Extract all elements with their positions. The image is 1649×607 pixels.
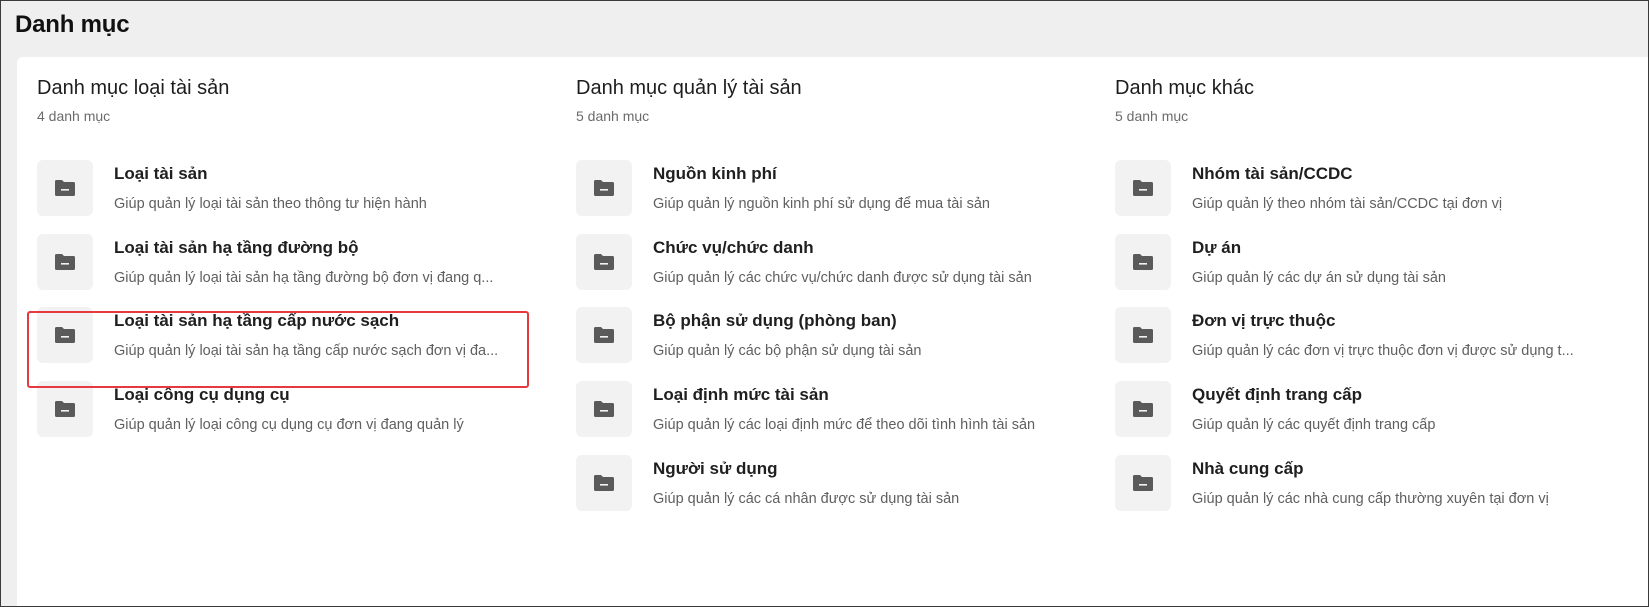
- column-count: 5 danh mục: [576, 108, 650, 124]
- category-item-name: Loại tài sản: [114, 164, 208, 183]
- category-item-users[interactable]: Người sử dụng Giúp quản lý các cá nhân đ…: [576, 455, 1076, 515]
- category-page: Danh mục Danh mục loại tài sản 4 danh mụ…: [0, 0, 1649, 607]
- category-item-name: Nguồn kinh phí: [653, 164, 777, 183]
- category-item-tools[interactable]: Loại công cụ dụng cụ Giúp quản lý loại c…: [37, 381, 537, 441]
- category-item-desc: Giúp quản lý loại tài sản theo thông tư …: [114, 196, 427, 212]
- category-item-departments[interactable]: Bộ phận sử dụng (phòng ban) Giúp quản lý…: [576, 307, 1076, 367]
- category-item-desc: Giúp quản lý theo nhóm tài sản/CCDC tại …: [1192, 196, 1503, 212]
- folder-icon: [1115, 455, 1171, 511]
- column-count: 4 danh mục: [37, 108, 111, 124]
- category-item-desc: Giúp quản lý các nhà cung cấp thường xuy…: [1192, 491, 1549, 507]
- category-item-name: Nhà cung cấp: [1192, 459, 1304, 478]
- category-item-positions[interactable]: Chức vụ/chức danh Giúp quản lý các chức …: [576, 234, 1076, 294]
- folder-icon: [576, 307, 632, 363]
- category-item-desc: Giúp quản lý các bộ phận sử dụng tài sản: [653, 343, 922, 359]
- folder-icon: [37, 160, 93, 216]
- category-item-name: Loại tài sản hạ tầng cấp nước sạch: [114, 311, 400, 330]
- category-item-water-infrastructure[interactable]: Loại tài sản hạ tầng cấp nước sạch Giúp …: [37, 307, 537, 367]
- folder-icon: [576, 160, 632, 216]
- category-item-name: Chức vụ/chức danh: [653, 238, 814, 257]
- category-item-asset-type[interactable]: Loại tài sản Giúp quản lý loại tài sản t…: [37, 160, 537, 220]
- category-item-name: Loại công cụ dụng cụ: [114, 385, 290, 404]
- category-item-name: Loại tài sản hạ tầng đường bộ: [114, 238, 359, 257]
- category-item-desc: Giúp quản lý các cá nhân được sử dụng tà…: [653, 491, 960, 507]
- folder-icon: [1115, 160, 1171, 216]
- category-item-desc: Giúp quản lý các đơn vị trực thuộc đơn v…: [1192, 343, 1574, 359]
- folder-icon: [1115, 307, 1171, 363]
- category-item-asset-groups[interactable]: Nhóm tài sản/CCDC Giúp quản lý theo nhóm…: [1115, 160, 1615, 220]
- page-title: Danh mục: [15, 11, 130, 38]
- category-item-desc: Giúp quản lý các loại định mức để theo d…: [653, 417, 1036, 433]
- category-item-name: Người sử dụng: [653, 459, 778, 478]
- category-item-name: Loại định mức tài sản: [653, 385, 829, 404]
- category-item-asset-norms[interactable]: Loại định mức tài sản Giúp quản lý các l…: [576, 381, 1076, 441]
- category-item-desc: Giúp quản lý loại tài sản hạ tầng đường …: [114, 270, 494, 286]
- folder-icon: [37, 381, 93, 437]
- folder-icon: [37, 234, 93, 290]
- category-item-suppliers[interactable]: Nhà cung cấp Giúp quản lý các nhà cung c…: [1115, 455, 1615, 515]
- column-count: 5 danh mục: [1115, 108, 1189, 124]
- category-item-desc: Giúp quản lý loại công cụ dụng cụ đơn vị…: [114, 417, 464, 433]
- folder-icon: [576, 455, 632, 511]
- category-item-desc: Giúp quản lý nguồn kinh phí sử dụng để m…: [653, 196, 990, 212]
- category-item-desc: Giúp quản lý các dự án sử dụng tài sản: [1192, 270, 1446, 286]
- category-item-desc: Giúp quản lý các quyết định trang cấp: [1192, 417, 1436, 433]
- category-panel: Danh mục loại tài sản 4 danh mục Loại tà…: [17, 57, 1648, 606]
- category-item-desc: Giúp quản lý các chức vụ/chức danh được …: [653, 270, 1032, 286]
- column-title: Danh mục khác: [1115, 77, 1254, 99]
- folder-icon: [1115, 234, 1171, 290]
- category-item-name: Nhóm tài sản/CCDC: [1192, 164, 1353, 183]
- category-item-name: Đơn vị trực thuộc: [1192, 311, 1336, 330]
- category-item-name: Quyết định trang cấp: [1192, 385, 1363, 404]
- category-item-road-infrastructure[interactable]: Loại tài sản hạ tầng đường bộ Giúp quản …: [37, 234, 537, 294]
- column-title: Danh mục quản lý tài sản: [576, 77, 802, 99]
- category-item-projects[interactable]: Dự án Giúp quản lý các dự án sử dụng tài…: [1115, 234, 1615, 294]
- category-item-allocation-decisions[interactable]: Quyết định trang cấp Giúp quản lý các qu…: [1115, 381, 1615, 441]
- folder-icon: [576, 381, 632, 437]
- category-item-subordinate-units[interactable]: Đơn vị trực thuộc Giúp quản lý các đơn v…: [1115, 307, 1615, 367]
- folder-icon: [576, 234, 632, 290]
- folder-icon: [1115, 381, 1171, 437]
- category-item-funding-source[interactable]: Nguồn kinh phí Giúp quản lý nguồn kinh p…: [576, 160, 1076, 220]
- category-item-desc: Giúp quản lý loại tài sản hạ tầng cấp nư…: [114, 343, 499, 359]
- column-title: Danh mục loại tài sản: [37, 77, 230, 99]
- category-item-name: Dự án: [1192, 238, 1242, 257]
- category-item-name: Bộ phận sử dụng (phòng ban): [653, 311, 897, 330]
- folder-icon: [37, 307, 93, 363]
